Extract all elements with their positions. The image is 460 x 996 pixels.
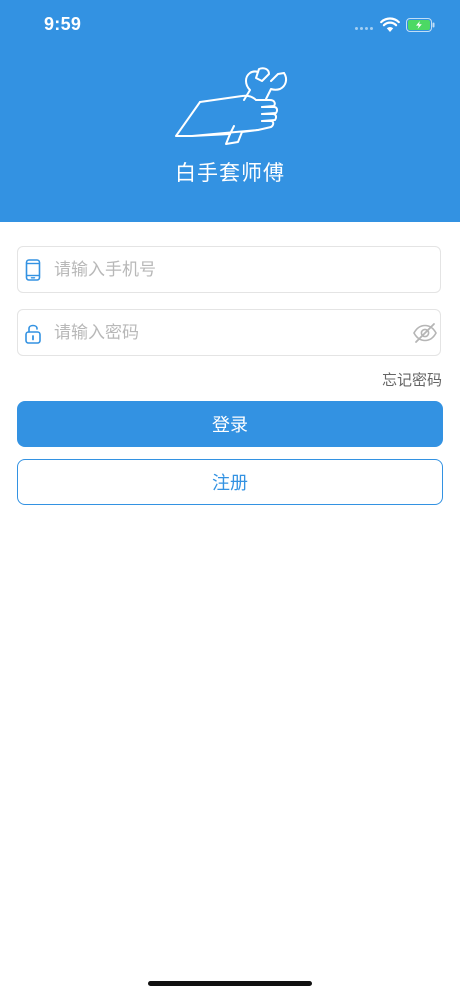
header-banner: 9:59 白手套师傅 [0,0,460,222]
status-bar: 9:59 [0,0,460,50]
password-field [17,309,441,356]
cellular-signal-icon [355,26,375,32]
phone-field [17,246,441,293]
forgot-password-link[interactable]: 忘记密码 [382,369,442,390]
home-indicator [148,981,312,986]
wrench-hand-icon [175,67,288,145]
login-screen: 9:59 白手套师傅 请输入手机号 忘记密码 登录 注册 [0,0,460,996]
app-title: 白手套师傅 [175,161,285,185]
lock-icon [25,324,41,344]
phone-icon [25,259,41,281]
eye-off-icon[interactable] [412,322,438,344]
register-button[interactable]: 注册 [17,459,443,505]
status-time: 9:59 [44,14,82,34]
wifi-icon [380,17,400,32]
password-input[interactable] [54,310,404,355]
phone-input[interactable] [54,247,404,292]
login-button[interactable]: 登录 [17,401,443,447]
battery-charging-icon [406,18,435,32]
